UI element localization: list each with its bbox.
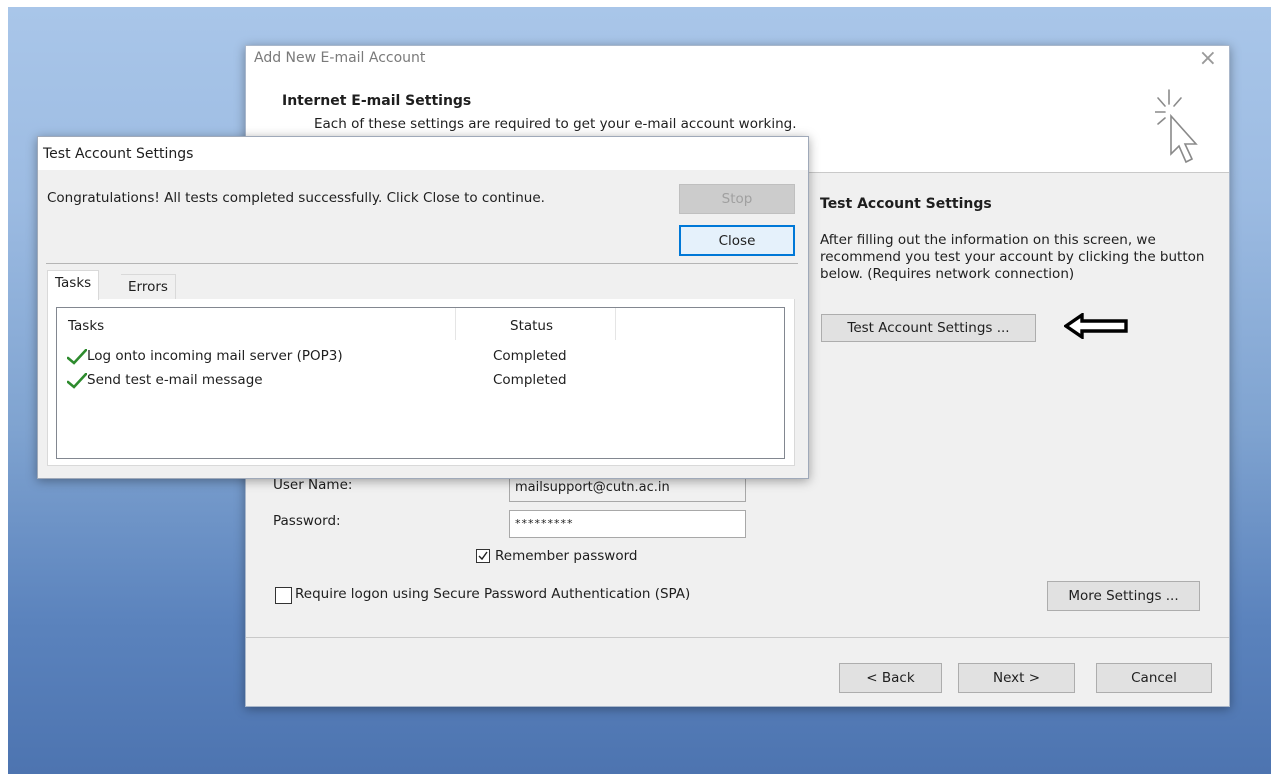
- table-row[interactable]: Log onto incoming mail server (POP3) Com…: [67, 348, 767, 368]
- more-settings-button[interactable]: More Settings ...: [1047, 581, 1200, 611]
- test-section-description: After filling out the information on thi…: [820, 232, 1205, 282]
- task-status: Completed: [493, 372, 567, 388]
- close-button[interactable]: Close: [679, 225, 795, 256]
- tab-tasks[interactable]: Tasks: [47, 270, 100, 300]
- task-name: Log onto incoming mail server (POP3): [87, 348, 343, 364]
- next-button[interactable]: Next >: [958, 663, 1075, 693]
- password-label: Password:: [273, 513, 341, 529]
- header-subtitle: Each of these settings are required to g…: [314, 116, 797, 132]
- task-status: Completed: [493, 348, 567, 364]
- cursor-click-icon: [1155, 89, 1198, 164]
- tab-errors[interactable]: Errors: [121, 274, 176, 299]
- tasks-list: Tasks Status Log onto incoming mail serv…: [56, 307, 785, 459]
- back-button[interactable]: < Back: [839, 663, 942, 693]
- cancel-button[interactable]: Cancel: [1096, 663, 1212, 693]
- separator: [46, 263, 798, 264]
- test-account-settings-dialog: Test Account Settings Congratulations! A…: [37, 136, 809, 479]
- dialog-title: Test Account Settings: [43, 146, 194, 162]
- header-title: Internet E-mail Settings: [282, 93, 472, 109]
- checkmark-icon: [478, 551, 488, 561]
- task-name: Send test e-mail message: [87, 372, 263, 388]
- check-icon: [67, 349, 87, 365]
- test-account-settings-button[interactable]: Test Account Settings ...: [821, 314, 1036, 342]
- table-row[interactable]: Send test e-mail message Completed: [67, 372, 767, 392]
- spa-checkbox[interactable]: [275, 587, 292, 604]
- password-input[interactable]: *********: [509, 510, 746, 538]
- test-section-title: Test Account Settings: [820, 196, 992, 212]
- column-header-status[interactable]: Status: [510, 318, 553, 334]
- left-arrow-icon: [1064, 313, 1128, 339]
- remember-password-label[interactable]: Remember password: [495, 548, 638, 564]
- stop-button[interactable]: Stop: [679, 184, 795, 214]
- username-label: User Name:: [273, 477, 353, 493]
- column-separator: [455, 308, 456, 340]
- column-separator: [615, 308, 616, 340]
- username-input[interactable]: mailsupport@cutn.ac.in: [509, 476, 746, 502]
- remember-password-checkbox[interactable]: [476, 549, 490, 563]
- footer-divider: [246, 637, 1229, 638]
- dialog-title: Add New E-mail Account: [254, 50, 426, 66]
- status-message: Congratulations! All tests completed suc…: [47, 190, 545, 206]
- spa-label[interactable]: Require logon using Secure Password Auth…: [295, 586, 690, 602]
- column-header-tasks[interactable]: Tasks: [68, 318, 104, 334]
- check-icon: [67, 373, 87, 389]
- close-icon[interactable]: ×: [1199, 46, 1217, 71]
